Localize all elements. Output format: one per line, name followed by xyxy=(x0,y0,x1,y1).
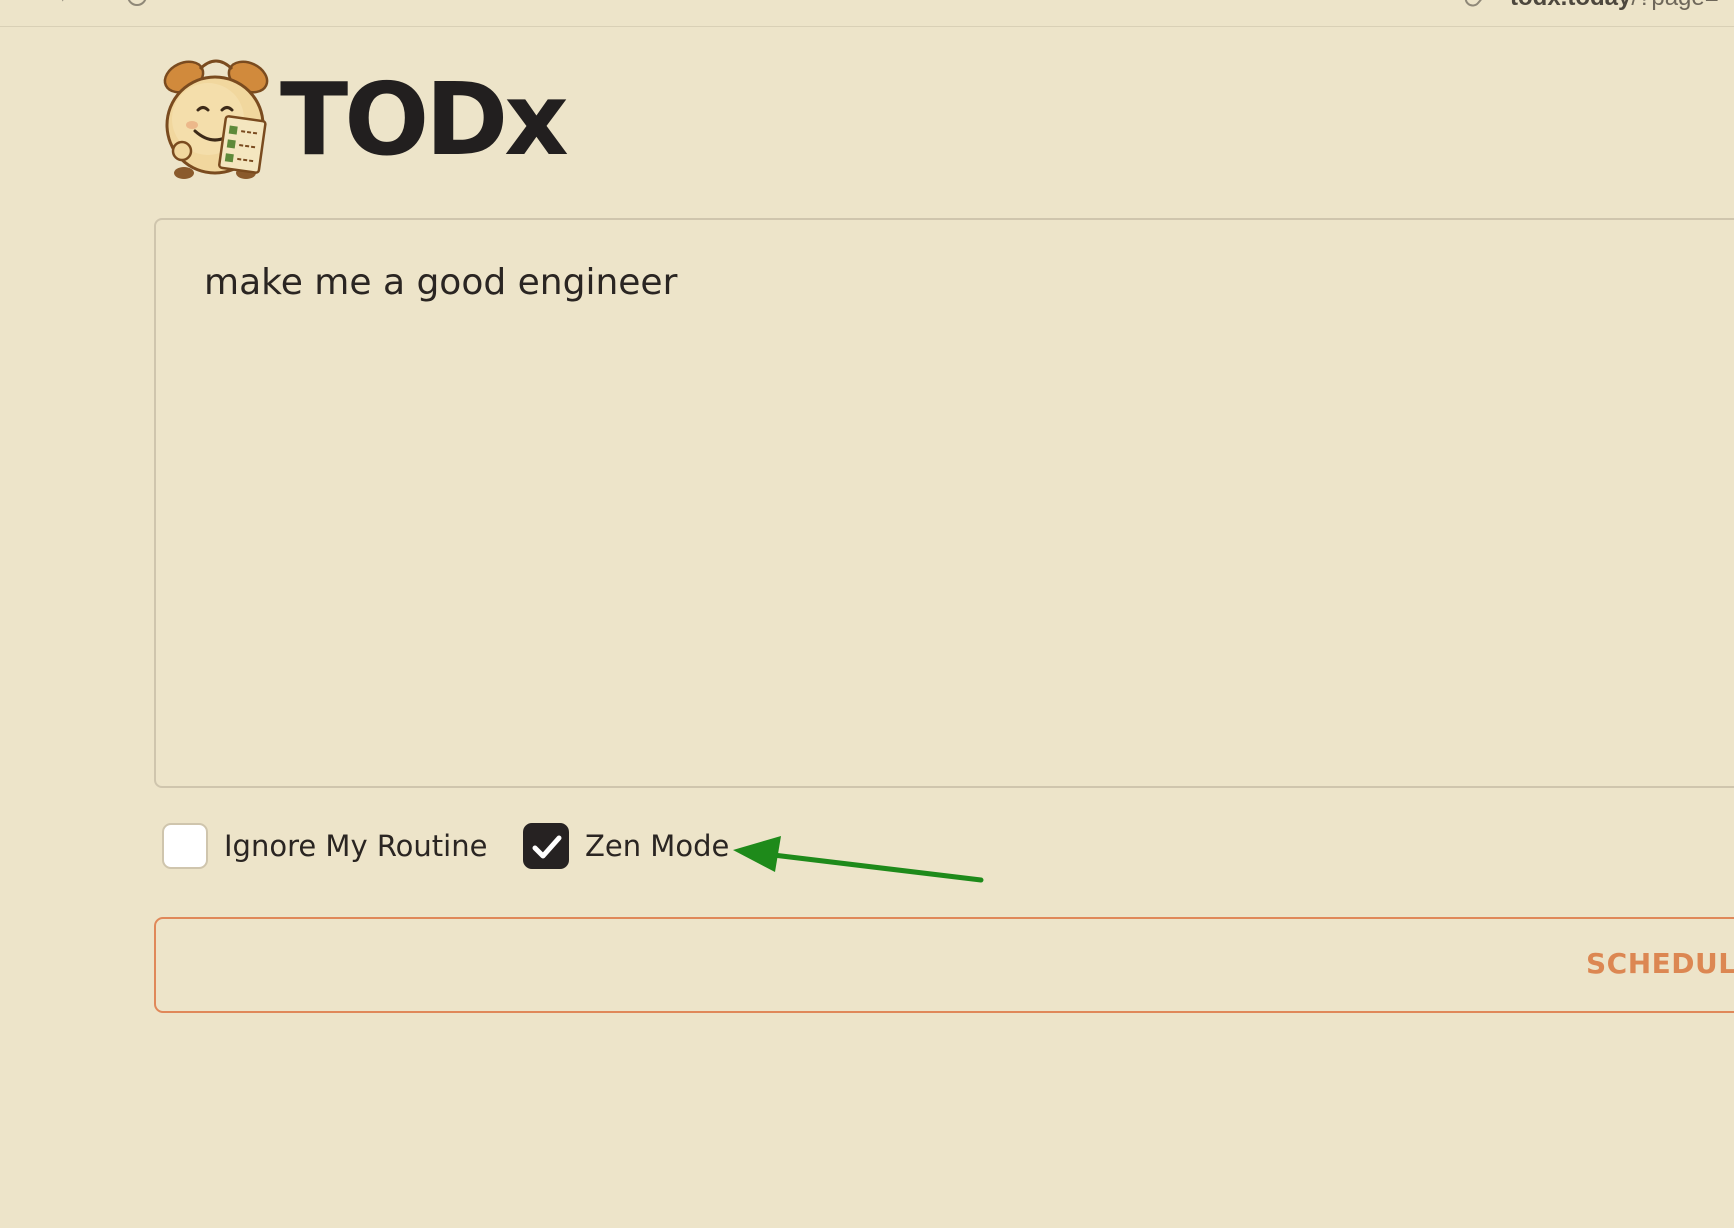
ignore-routine-checkbox[interactable] xyxy=(162,823,208,869)
schedule-button-label[interactable]: SCHEDULE xyxy=(1586,947,1734,980)
task-prompt-input[interactable] xyxy=(154,218,1734,788)
zen-mode-option[interactable]: Zen Mode xyxy=(523,822,729,870)
url-host: todx.today xyxy=(1510,0,1631,11)
alarm-clock-mascot-icon xyxy=(160,55,276,185)
address-bar[interactable]: todx.today/?page= xyxy=(1510,0,1719,12)
ignore-routine-option[interactable]: Ignore My Routine xyxy=(162,822,487,870)
url-path: /?page= xyxy=(1631,0,1718,11)
link-icon xyxy=(1461,0,1487,10)
task-prompt-value: make me a good engineer xyxy=(204,262,678,303)
brand-title: TODx xyxy=(280,61,569,178)
chevron-right-icon[interactable]: › xyxy=(60,0,69,9)
reload-icon[interactable] xyxy=(127,0,147,6)
zen-mode-label[interactable]: Zen Mode xyxy=(585,829,729,863)
checkmark-icon xyxy=(532,835,562,859)
browser-toolbar: › todx.today/?page= xyxy=(0,0,1734,27)
schedule-button[interactable] xyxy=(154,917,1734,1013)
zen-mode-checkbox[interactable] xyxy=(523,823,569,869)
arrow-icon xyxy=(733,836,984,883)
ignore-routine-label[interactable]: Ignore My Routine xyxy=(224,829,487,863)
